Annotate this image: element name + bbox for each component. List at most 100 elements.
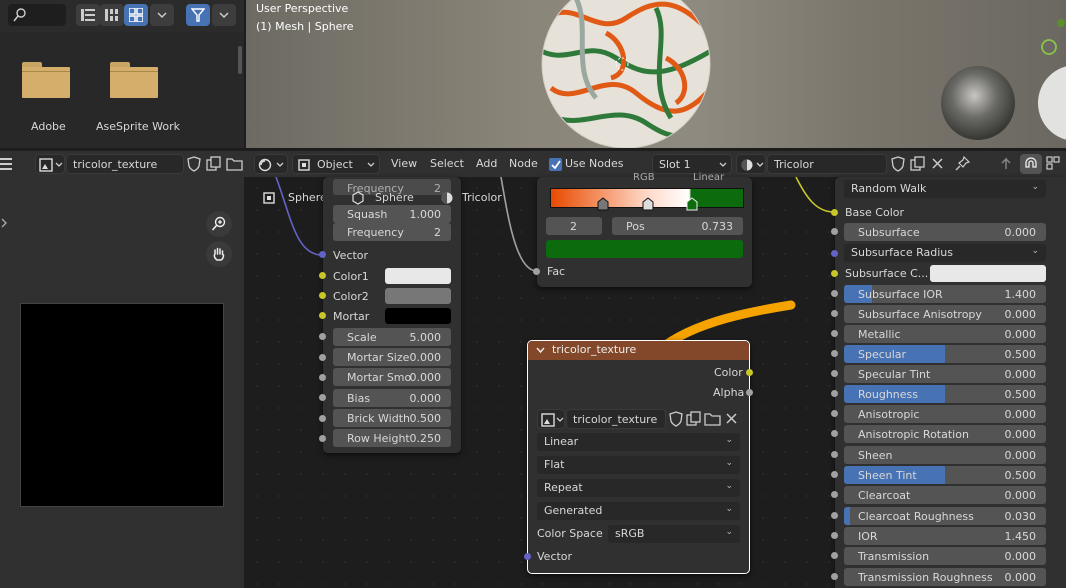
subsurface-method-dropdown[interactable]: Random Walk ⌄	[844, 180, 1046, 198]
brick-width-socket[interactable]	[319, 415, 326, 422]
image-datablock-field[interactable]: tricolor_texture	[566, 409, 666, 429]
menu-node[interactable]: Node	[509, 157, 538, 170]
source-dropdown[interactable]: Generated ⌄	[537, 502, 740, 520]
transmission-socket[interactable]	[831, 552, 838, 559]
filter-dropdown[interactable]	[212, 4, 236, 26]
color2-input-socket[interactable]	[319, 292, 326, 299]
specular-tint-slider[interactable]: Specular Tint 0.000	[844, 365, 1046, 383]
transmission-slider[interactable]: Transmission 0.000	[844, 547, 1046, 565]
color1-swatch[interactable]	[385, 268, 451, 284]
subsurface-radius-dropdown[interactable]: Subsurface Radius ⌄	[844, 244, 1046, 262]
ior-slider[interactable]: IOR 1.450	[844, 527, 1046, 545]
fake-user-shield-icon[interactable]	[186, 156, 202, 172]
material-name-field[interactable]: Tricolor	[767, 154, 887, 174]
anisotropic-rotation-socket[interactable]	[831, 430, 838, 437]
node-editor-type-dropdown[interactable]	[254, 154, 288, 174]
list-horizontal-button[interactable]	[100, 4, 124, 26]
ramp-stop-marker[interactable]	[597, 197, 609, 211]
image-name-field[interactable]: tricolor_texture	[66, 154, 184, 174]
brick-width-field[interactable]: Brick Width 0.500	[333, 409, 451, 427]
menu-icon[interactable]	[0, 157, 14, 171]
vector-input-socket[interactable]	[319, 251, 326, 258]
gizmo-y-icon[interactable]	[1040, 38, 1058, 56]
3d-viewport[interactable]: User Perspective (1) Mesh | Sphere	[246, 0, 1066, 148]
material-browse-dropdown[interactable]	[736, 154, 766, 174]
subsurface-ior-slider[interactable]: Subsurface IOR 1.400	[844, 285, 1046, 303]
bias-field[interactable]: Bias 0.000	[333, 389, 451, 407]
sheen-tint-slider[interactable]: Sheen Tint 0.500	[844, 466, 1046, 484]
folder-item-asesprite[interactable]: AseSprite Work	[96, 60, 180, 140]
zoom-button[interactable]	[206, 211, 232, 237]
menu-select[interactable]: Select	[430, 157, 464, 170]
sphere-object[interactable]	[536, 0, 716, 148]
node-editor[interactable]: Sphere Frequency 2 Sphere Squash 1.000 Fre…	[246, 172, 1066, 588]
menu-view[interactable]: View	[391, 157, 417, 170]
image-canvas[interactable]	[20, 303, 224, 507]
filter-toggle[interactable]	[186, 4, 210, 26]
color1-input-socket[interactable]	[319, 272, 326, 279]
snap-grid-icon[interactable]	[1046, 156, 1062, 172]
squash-field[interactable]: Squash 1.000	[333, 205, 451, 223]
mortar-smooth-field[interactable]: Mortar Smo 0.000	[333, 368, 451, 386]
close-icon[interactable]	[724, 411, 740, 427]
metallic-socket[interactable]	[831, 330, 838, 337]
scrollbar[interactable]	[238, 46, 242, 74]
mortar-size-field[interactable]: Mortar Size 0.000	[333, 348, 451, 366]
base-color-socket[interactable]	[831, 209, 838, 216]
open-folder-icon[interactable]	[704, 411, 722, 427]
subsurface-color-socket[interactable]	[831, 270, 838, 277]
transmission-roughness-slider[interactable]: Transmission Roughness 0.000	[844, 568, 1046, 586]
vector-input-socket[interactable]	[524, 553, 531, 560]
scale-field[interactable]: Scale 5.000	[333, 328, 451, 346]
fake-user-shield-icon[interactable]	[668, 411, 684, 427]
stop-position-field[interactable]: Pos 0.733	[612, 217, 743, 235]
search-field[interactable]	[8, 4, 66, 26]
color-ramp-node[interactable]: RGB Linear 2 Pos 0.733 Fac	[533, 172, 752, 287]
metallic-slider[interactable]: Metallic 0.000	[844, 325, 1046, 343]
mortar-input-socket[interactable]	[319, 312, 326, 319]
list-vertical-button[interactable]	[76, 4, 100, 26]
subsurface-color-swatch[interactable]	[930, 265, 1046, 282]
alpha-output-socket[interactable]	[746, 389, 753, 396]
collapse-chevron-icon[interactable]	[536, 347, 545, 354]
fake-user-shield-icon[interactable]	[890, 156, 906, 172]
anisotropic-rotation-slider[interactable]: Anisotropic Rotation 0.000	[844, 425, 1046, 443]
brick-texture-node[interactable]: Frequency 2 Sphere Squash 1.000 Frequency 2…	[319, 177, 461, 453]
transmission-roughness-socket[interactable]	[831, 573, 838, 580]
subsurface-socket[interactable]	[831, 228, 838, 235]
image-texture-node[interactable]: tricolor_texture Color Alpha tricolor_te…	[524, 340, 753, 574]
frequency-field[interactable]: Frequency 2	[333, 223, 451, 241]
scale-socket[interactable]	[319, 333, 326, 340]
pin-icon[interactable]	[955, 156, 971, 172]
color2-swatch[interactable]	[385, 288, 451, 304]
sheen-tint-socket[interactable]	[831, 471, 838, 478]
display-settings-dropdown[interactable]	[150, 4, 174, 26]
mortar-swatch[interactable]	[385, 308, 451, 324]
clearcoat-roughness-socket[interactable]	[831, 512, 838, 519]
extension-dropdown[interactable]: Repeat ⌄	[537, 479, 740, 497]
color-space-dropdown[interactable]: sRGB ⌄	[608, 525, 740, 543]
image-editor[interactable]	[0, 177, 244, 588]
close-icon[interactable]	[930, 156, 946, 172]
roughness-slider[interactable]: Roughness 0.500	[844, 385, 1046, 403]
sheen-slider[interactable]: Sheen 0.000	[844, 446, 1046, 464]
row-height-field[interactable]: Row Height 0.250	[333, 429, 451, 447]
clearcoat-roughness-slider[interactable]: Clearcoat Roughness 0.030	[844, 507, 1046, 525]
row-height-socket[interactable]	[319, 435, 326, 442]
gizmo-z-icon[interactable]	[1056, 18, 1066, 28]
folder-item-adobe[interactable]: Adobe	[22, 60, 82, 140]
projection-dropdown[interactable]: Flat ⌄	[537, 456, 740, 474]
use-nodes-checkbox[interactable]	[549, 158, 562, 171]
active-stop-index[interactable]: 2	[546, 217, 602, 235]
specular-tint-socket[interactable]	[831, 370, 838, 377]
bias-socket[interactable]	[319, 394, 326, 401]
subsurface-radius-socket[interactable]	[831, 250, 838, 257]
slot-dropdown[interactable]: Slot 1	[652, 154, 732, 174]
subsurface-slider[interactable]: Subsurface 0.000	[844, 223, 1046, 241]
subsurface-anisotropy-socket[interactable]	[831, 310, 838, 317]
ramp-stop-marker-active[interactable]	[686, 197, 698, 211]
color-output-socket[interactable]	[746, 369, 753, 376]
interpolation-dropdown[interactable]: Linear ⌄	[537, 433, 740, 451]
subsurface-ior-socket[interactable]	[831, 290, 838, 297]
thumbnails-button[interactable]	[124, 4, 148, 26]
